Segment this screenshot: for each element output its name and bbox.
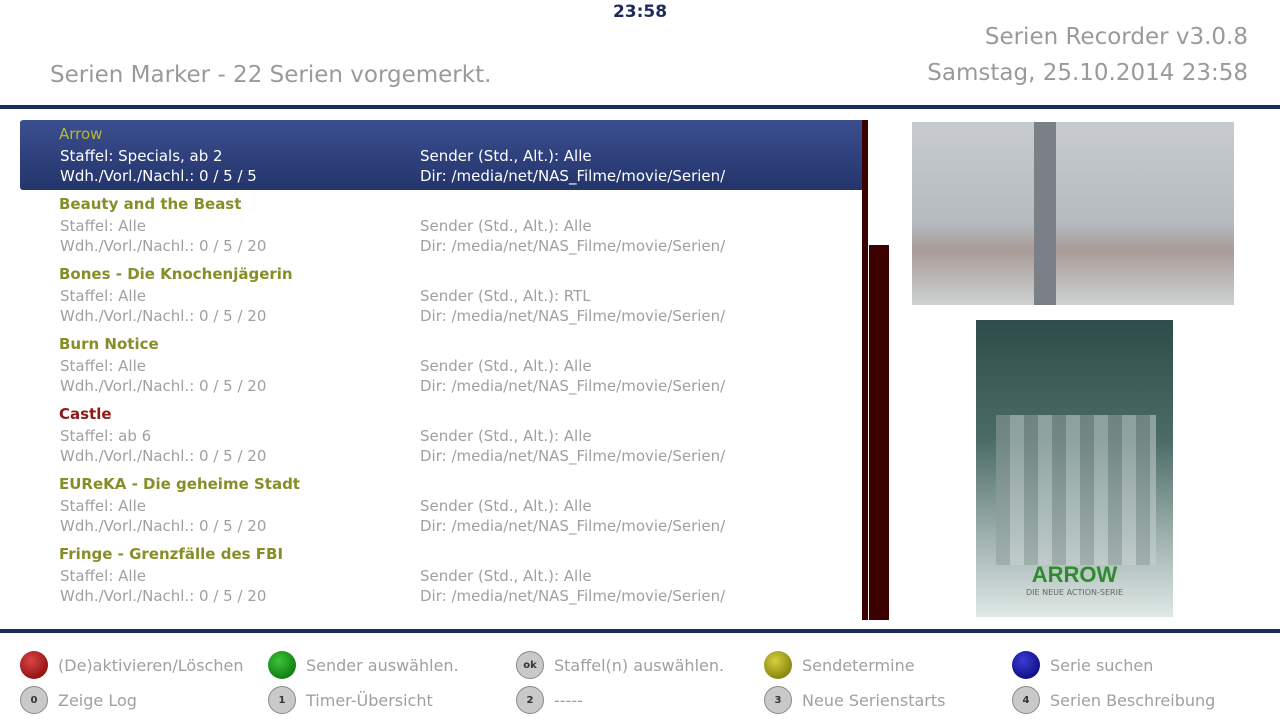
button-label: (De)aktivieren/Löschen [58,655,244,675]
series-name: Bones - Die Knochenjägerin [59,265,293,283]
series-name: Castle [59,405,112,423]
season-info: Staffel: Alle [60,287,146,305]
green-key-icon [268,651,296,679]
series-backdrop-image [912,122,1234,305]
key-1-button[interactable]: 1 Timer-Übersicht [268,686,433,714]
yellow-button[interactable]: Sendetermine [764,651,915,679]
red-key-icon [20,651,48,679]
button-label: Sender auswählen. [306,655,459,675]
button-label: Serie suchen [1050,655,1154,675]
yellow-key-icon [764,651,792,679]
red-button[interactable]: (De)aktivieren/Löschen [20,651,243,679]
key-2-icon: 2 [516,686,544,714]
season-info: Staffel: Alle [60,357,146,375]
repeat-settings: Wdh./Vorl./Nachl.: 0 / 5 / 20 [60,587,267,605]
key-2-button[interactable]: 2 ----- [516,686,583,714]
directory-info: Dir: /media/net/NAS_Filme/movie/Serien/ [420,237,726,255]
season-info: Staffel: Alle [60,217,146,235]
blue-button[interactable]: Serie suchen [1012,651,1153,679]
series-poster-image: ARROW DIE NEUE ACTION-SERIE [976,320,1173,617]
button-label: ----- [554,690,583,710]
header-divider [0,105,1280,109]
season-info: Staffel: Alle [60,567,146,585]
scrollbar-thumb[interactable] [869,245,889,620]
list-item[interactable]: Bones - Die Knochenjägerin Staffel: Alle… [20,260,865,330]
footer-divider [0,629,1280,633]
channel-info: Sender (Std., Alt.): Alle [420,567,592,585]
list-item[interactable]: Fringe - Grenzfälle des FBI Staffel: All… [20,540,865,610]
current-datetime: Samstag, 25.10.2014 23:58 [927,60,1248,86]
button-label: Timer-Übersicht [306,690,433,710]
channel-info: Sender (Std., Alt.): Alle [420,497,592,515]
clock: 23:58 [612,2,668,22]
button-label: Staffel(n) auswählen. [554,655,725,675]
series-name: EUReKA - Die geheime Stadt [59,475,300,493]
directory-info: Dir: /media/net/NAS_Filme/movie/Serien/ [420,517,726,535]
button-label: Neue Serienstarts [802,690,946,710]
channel-info: Sender (Std., Alt.): Alle [420,427,592,445]
key-4-icon: 4 [1012,686,1040,714]
green-button[interactable]: Sender auswählen. [268,651,459,679]
key-4-button[interactable]: 4 Serien Beschreibung [1012,686,1215,714]
channel-info: Sender (Std., Alt.): Alle [420,357,592,375]
repeat-settings: Wdh./Vorl./Nachl.: 0 / 5 / 20 [60,307,267,325]
series-name: Burn Notice [59,335,159,353]
channel-info: Sender (Std., Alt.): Alle [420,217,592,235]
series-name: Beauty and the Beast [59,195,242,213]
list-item[interactable]: EUReKA - Die geheime Stadt Staffel: Alle… [20,470,865,540]
key-0-button[interactable]: 0 Zeige Log [20,686,137,714]
repeat-settings: Wdh./Vorl./Nachl.: 0 / 5 / 20 [60,377,267,395]
directory-info: Dir: /media/net/NAS_Filme/movie/Serien/ [420,377,726,395]
season-info: Staffel: Alle [60,497,146,515]
button-label: Serien Beschreibung [1050,690,1216,710]
season-info: Staffel: Specials, ab 2 [60,147,223,165]
key-1-icon: 1 [268,686,296,714]
plugin-version: Serien Recorder v3.0.8 [984,24,1248,50]
channel-info: Sender (Std., Alt.): Alle [420,147,592,165]
season-info: Staffel: ab 6 [60,427,152,445]
channel-info: Sender (Std., Alt.): RTL [420,287,591,305]
repeat-settings: Wdh./Vorl./Nachl.: 0 / 5 / 5 [60,167,257,185]
repeat-settings: Wdh./Vorl./Nachl.: 0 / 5 / 20 [60,237,267,255]
directory-info: Dir: /media/net/NAS_Filme/movie/Serien/ [420,587,726,605]
series-name: Fringe - Grenzfälle des FBI [59,545,284,563]
ok-key-icon: ok [516,651,544,679]
poster-subtitle: DIE NEUE ACTION-SERIE [1025,588,1124,597]
button-label: Zeige Log [58,690,137,710]
directory-info: Dir: /media/net/NAS_Filme/movie/Serien/ [420,447,726,465]
repeat-settings: Wdh./Vorl./Nachl.: 0 / 5 / 20 [60,517,267,535]
series-marker-list[interactable]: Arrow Staffel: Specials, ab 2 Wdh./Vorl.… [20,120,865,620]
directory-info: Dir: /media/net/NAS_Filme/movie/Serien/ [420,167,726,185]
repeat-settings: Wdh./Vorl./Nachl.: 0 / 5 / 20 [60,447,267,465]
list-item[interactable]: Burn Notice Staffel: Alle Wdh./Vorl./Nac… [20,330,865,400]
series-name: Arrow [59,125,103,143]
list-item[interactable]: Beauty and the Beast Staffel: Alle Wdh./… [20,190,865,260]
key-3-button[interactable]: 3 Neue Serienstarts [764,686,946,714]
list-item-selected[interactable]: Arrow Staffel: Specials, ab 2 Wdh./Vorl.… [20,120,865,190]
poster-logo: ARROW [1031,562,1118,587]
page-title: Serien Marker - 22 Serien vorgemerkt. [50,62,492,88]
scrollbar-track[interactable] [862,120,868,620]
list-item[interactable]: Castle Staffel: ab 6 Wdh./Vorl./Nachl.: … [20,400,865,470]
blue-key-icon [1012,651,1040,679]
ok-button[interactable]: ok Staffel(n) auswählen. [516,651,724,679]
key-3-icon: 3 [764,686,792,714]
button-label: Sendetermine [802,655,915,675]
key-0-icon: 0 [20,686,48,714]
directory-info: Dir: /media/net/NAS_Filme/movie/Serien/ [420,307,726,325]
